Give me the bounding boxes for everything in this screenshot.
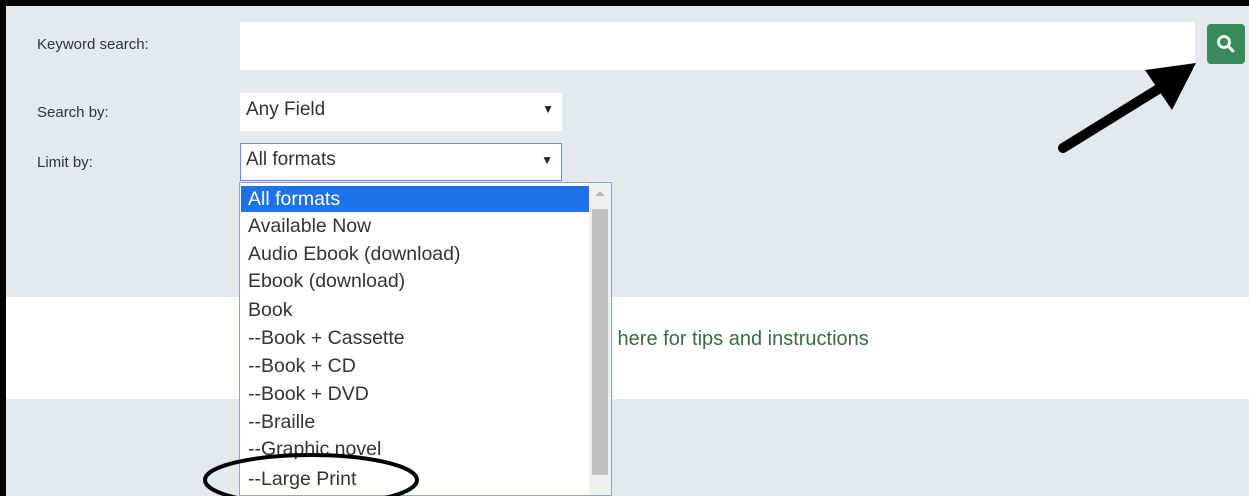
- option-large-print[interactable]: --Large Print: [241, 466, 589, 492]
- dropdown-scrollbar[interactable]: [589, 183, 611, 495]
- limit-by-value: All formats: [246, 149, 336, 170]
- option-ebook[interactable]: Ebook (download): [241, 268, 589, 294]
- search-by-select[interactable]: Any Field ▼: [240, 93, 562, 131]
- lower-panel: [6, 399, 1249, 496]
- option-available-now[interactable]: Available Now: [241, 213, 589, 239]
- limit-by-label: Limit by:: [37, 154, 93, 171]
- option-book-cassette[interactable]: --Book + Cassette: [241, 325, 589, 351]
- keyword-search-input[interactable]: [240, 22, 1195, 70]
- option-braille[interactable]: --Braille: [241, 409, 589, 435]
- limit-by-dropdown-list[interactable]: All formats Available Now Audio Ebook (d…: [239, 182, 612, 496]
- search-icon: [1217, 35, 1235, 53]
- scroll-thumb[interactable]: [592, 209, 608, 475]
- tips-link[interactable]: ck here for tips and instructions: [592, 328, 869, 351]
- option-all-formats[interactable]: All formats: [241, 186, 589, 212]
- option-book[interactable]: Book: [241, 297, 589, 323]
- keyword-search-label: Keyword search:: [37, 36, 149, 53]
- chevron-down-icon: ▼: [541, 153, 553, 167]
- option-book-cd[interactable]: --Book + CD: [241, 353, 589, 379]
- search-button[interactable]: [1207, 24, 1245, 64]
- search-by-value: Any Field: [246, 99, 326, 120]
- search-by-label: Search by:: [37, 104, 109, 121]
- limit-by-select[interactable]: All formats ▼: [240, 143, 562, 181]
- option-book-dvd[interactable]: --Book + DVD: [241, 381, 589, 407]
- option-audio-ebook[interactable]: Audio Ebook (download): [241, 241, 589, 267]
- scroll-up-icon[interactable]: [595, 191, 605, 196]
- option-graphic-novel[interactable]: --Graphic novel: [241, 436, 589, 462]
- chevron-down-icon: ▼: [542, 102, 554, 116]
